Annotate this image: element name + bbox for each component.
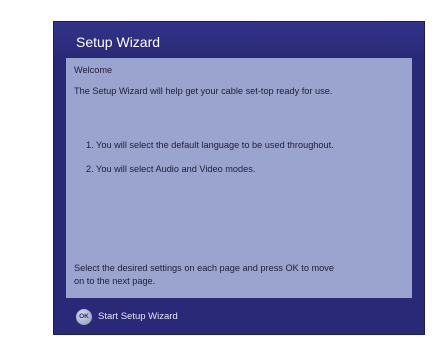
intro-text: The Setup Wizard will help get your cabl… xyxy=(74,86,333,96)
title-bar: Setup Wizard xyxy=(54,22,424,57)
step-item-audio-video: 2. You will select Audio and Video modes… xyxy=(86,164,256,174)
window-title: Setup Wizard xyxy=(76,34,161,50)
tv-screen: Setup Wizard Welcome The Setup Wizard wi… xyxy=(0,0,445,357)
content-panel: Welcome The Setup Wizard will help get y… xyxy=(66,58,412,298)
ok-icon-label: OK xyxy=(79,313,89,320)
start-setup-wizard-button[interactable]: Start Setup Wizard xyxy=(98,311,178,322)
ok-button-icon[interactable]: OK xyxy=(76,309,92,325)
welcome-heading: Welcome xyxy=(74,65,113,75)
instruction-text-line2: on to the next page. xyxy=(74,276,156,286)
footer-bar: OK Start Setup Wizard xyxy=(54,299,424,334)
instruction-text-line1: Select the desired settings on each page… xyxy=(74,263,334,273)
step-item-language: 1. You will select the default language … xyxy=(86,140,334,150)
setup-wizard-window: Setup Wizard Welcome The Setup Wizard wi… xyxy=(54,22,424,334)
